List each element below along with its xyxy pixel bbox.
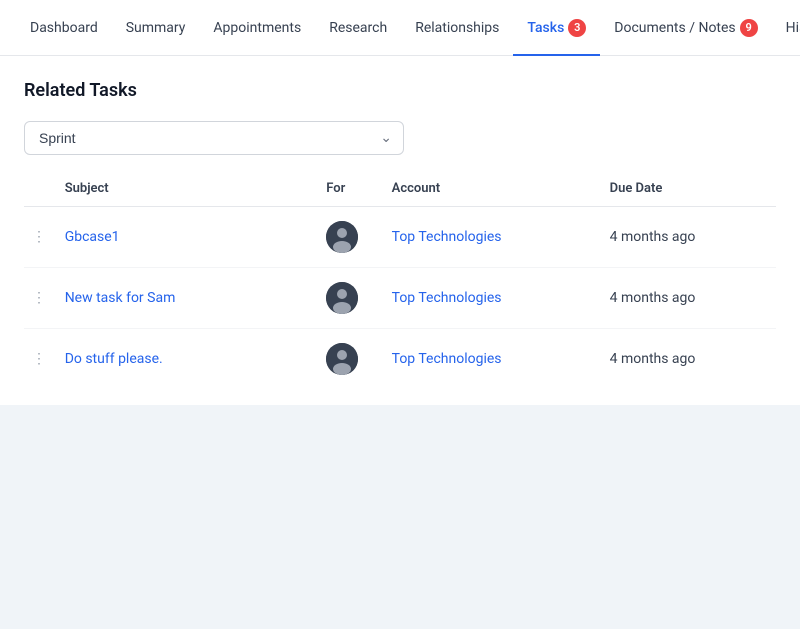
nav-label-research: Research [329, 20, 387, 36]
task-for-cell [318, 329, 383, 390]
nav-label-relationships: Relationships [415, 20, 499, 36]
task-due-date: 4 months ago [610, 290, 696, 306]
drag-handle[interactable]: ⋮ [24, 268, 57, 329]
sprint-select-wrapper: Sprint ⌄ [24, 121, 404, 155]
col-header-account: Account [384, 171, 602, 207]
task-subject-link[interactable]: Gbcase1 [65, 229, 120, 245]
tasks-badge: 3 [568, 19, 586, 37]
task-subject-cell: New task for Sam [57, 268, 319, 329]
nav-label-summary: Summary [126, 20, 186, 36]
sprint-select[interactable]: Sprint [24, 121, 404, 155]
nav-label-documents-notes: Documents / Notes [614, 20, 735, 36]
table-row: ⋮ New task for Sam Top Technologies 4 mo… [24, 268, 776, 329]
task-for-cell [318, 207, 383, 268]
table-header: Subject For Account Due Date [24, 171, 776, 207]
task-subject-cell: Do stuff please. [57, 329, 319, 390]
task-account-link[interactable]: Top Technologies [392, 229, 502, 245]
nav-item-tasks[interactable]: Tasks 3 [513, 0, 600, 56]
top-navigation: Dashboard Summary Appointments Research … [0, 0, 800, 56]
nav-item-appointments[interactable]: Appointments [199, 0, 315, 56]
task-due-date-cell: 4 months ago [602, 329, 776, 390]
avatar [326, 282, 358, 314]
col-header-due-date: Due Date [602, 171, 776, 207]
table-body: ⋮ Gbcase1 Top Technologies 4 months ago … [24, 207, 776, 390]
page-title: Related Tasks [24, 80, 776, 101]
task-subject-link[interactable]: New task for Sam [65, 290, 176, 306]
documents-badge: 9 [740, 19, 758, 37]
col-header-subject: Subject [57, 171, 319, 207]
task-due-date: 4 months ago [610, 229, 696, 245]
nav-item-dashboard[interactable]: Dashboard [16, 0, 112, 56]
drag-handle[interactable]: ⋮ [24, 207, 57, 268]
avatar [326, 343, 358, 375]
col-header-for: For [318, 171, 383, 207]
task-for-cell [318, 268, 383, 329]
main-content: Related Tasks Sprint ⌄ Subject For Accou… [0, 56, 800, 405]
task-subject-link[interactable]: Do stuff please. [65, 351, 163, 367]
table-row: ⋮ Do stuff please. Top Technologies 4 mo… [24, 329, 776, 390]
tasks-table: Subject For Account Due Date ⋮ Gbcase1 T… [24, 171, 776, 389]
task-due-date-cell: 4 months ago [602, 268, 776, 329]
nav-item-summary[interactable]: Summary [112, 0, 200, 56]
nav-item-history[interactable]: History [772, 0, 800, 56]
nav-label-appointments: Appointments [213, 20, 301, 36]
table-row: ⋮ Gbcase1 Top Technologies 4 months ago [24, 207, 776, 268]
task-account-cell: Top Technologies [384, 268, 602, 329]
avatar [326, 221, 358, 253]
task-account-cell: Top Technologies [384, 207, 602, 268]
task-account-cell: Top Technologies [384, 329, 602, 390]
task-account-link[interactable]: Top Technologies [392, 290, 502, 306]
nav-label-tasks: Tasks [527, 20, 564, 36]
task-account-link[interactable]: Top Technologies [392, 351, 502, 367]
filter-bar: Sprint ⌄ [24, 121, 776, 155]
task-due-date: 4 months ago [610, 351, 696, 367]
nav-label-dashboard: Dashboard [30, 20, 98, 36]
col-header-drag [24, 171, 57, 207]
nav-label-history: History [786, 20, 800, 36]
empty-area [0, 405, 800, 629]
drag-handle[interactable]: ⋮ [24, 329, 57, 390]
nav-item-relationships[interactable]: Relationships [401, 0, 513, 56]
nav-item-research[interactable]: Research [315, 0, 401, 56]
task-subject-cell: Gbcase1 [57, 207, 319, 268]
nav-item-documents-notes[interactable]: Documents / Notes 9 [600, 0, 771, 56]
task-due-date-cell: 4 months ago [602, 207, 776, 268]
